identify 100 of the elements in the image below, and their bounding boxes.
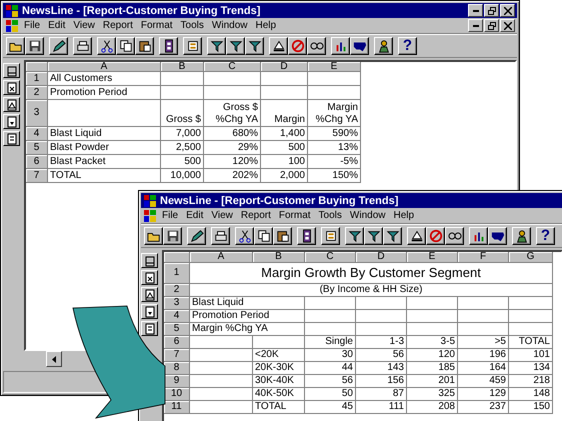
column-header[interactable]: C — [305, 252, 356, 263]
menu-item[interactable]: View — [208, 210, 236, 221]
toolbar-button[interactable] — [350, 36, 369, 54]
toolbar-button[interactable] — [159, 36, 178, 54]
toolbar-button[interactable] — [116, 36, 135, 54]
toolbar-button[interactable] — [426, 226, 445, 244]
menu-item[interactable]: Help — [390, 210, 418, 221]
toolbar-button[interactable] — [331, 36, 350, 54]
toolbar-button[interactable] — [245, 36, 264, 54]
toolbar-button[interactable] — [364, 226, 383, 244]
toolbar-button[interactable] — [163, 226, 182, 244]
side-toolbar-button[interactable] — [3, 131, 20, 146]
document-minimize-button[interactable] — [468, 19, 483, 32]
row-header[interactable]: 3 — [26, 100, 48, 127]
row-header[interactable]: 7 — [164, 349, 190, 362]
side-toolbar-button[interactable] — [141, 253, 158, 268]
toolbar-button[interactable] — [187, 226, 206, 244]
row-header[interactable]: 5 — [26, 141, 48, 155]
window-minimize-button[interactable] — [468, 4, 483, 17]
side-toolbar-button[interactable] — [3, 63, 20, 78]
side-toolbar-button[interactable] — [141, 270, 158, 285]
toolbar-button[interactable] — [445, 226, 464, 244]
row-header[interactable]: 2 — [26, 86, 48, 100]
column-header[interactable]: E — [407, 252, 458, 263]
toolbar-button[interactable] — [321, 226, 340, 244]
toolbar-button[interactable] — [49, 36, 68, 54]
menu-item[interactable]: Report — [238, 210, 274, 221]
row-header[interactable]: 4 — [26, 127, 48, 141]
app-logo-icon — [143, 208, 157, 222]
toolbar-button[interactable] — [345, 226, 364, 244]
side-toolbar-button[interactable] — [3, 97, 20, 112]
document-close-button[interactable] — [500, 19, 515, 32]
column-header[interactable]: G — [509, 252, 553, 263]
row-header[interactable]: 2 — [164, 284, 190, 297]
toolbar-button[interactable] — [211, 226, 230, 244]
menu-item[interactable]: Format — [138, 20, 176, 31]
toolbar-button[interactable] — [307, 36, 326, 54]
column-header[interactable]: F — [458, 252, 509, 263]
toolbar-button[interactable] — [207, 36, 226, 54]
scissors-icon — [238, 228, 252, 242]
toolbar-button[interactable] — [288, 36, 307, 54]
column-header[interactable]: D — [356, 252, 407, 263]
window-close-button[interactable] — [500, 4, 515, 17]
row-header[interactable]: 1 — [26, 72, 48, 86]
row-header[interactable]: 1 — [164, 263, 190, 284]
document-restore-button[interactable] — [484, 19, 499, 32]
help-button[interactable]: ? — [536, 226, 555, 244]
toolbar-button[interactable] — [97, 36, 116, 54]
toolbar-button[interactable] — [488, 226, 507, 244]
row-header[interactable]: 3 — [164, 297, 190, 310]
menu-item[interactable]: File — [159, 210, 182, 221]
toolbar-button[interactable] — [273, 226, 292, 244]
column-header[interactable]: A — [190, 252, 253, 263]
row-header[interactable]: 10 — [164, 388, 190, 401]
menu-item[interactable]: Tools — [316, 210, 345, 221]
toolbar-button[interactable] — [269, 36, 288, 54]
side-toolbar-button[interactable] — [141, 321, 158, 336]
menu-item[interactable]: File — [21, 20, 44, 31]
row-header[interactable]: 6 — [164, 336, 190, 349]
row-header[interactable]: 7 — [26, 169, 48, 183]
row-header[interactable]: 9 — [164, 375, 190, 388]
toolbar-button[interactable] — [469, 226, 488, 244]
menu-item[interactable]: Edit — [183, 210, 206, 221]
toolbar-button[interactable] — [374, 36, 393, 54]
toolbar-button[interactable] — [297, 226, 316, 244]
menu-item[interactable]: Window — [208, 20, 250, 31]
menu-item[interactable]: Help — [252, 20, 280, 31]
window-restore-button[interactable] — [484, 4, 499, 17]
row-header[interactable]: 8 — [164, 362, 190, 375]
toolbar-button[interactable] — [6, 36, 25, 54]
toolbar-button[interactable] — [254, 226, 273, 244]
toolbar-button[interactable] — [135, 36, 154, 54]
menu-item[interactable]: Report — [100, 20, 136, 31]
side-toolbar-button[interactable] — [141, 304, 158, 319]
row-header[interactable]: 5 — [164, 323, 190, 336]
toolbar-button[interactable] — [226, 36, 245, 54]
help-button[interactable]: ? — [398, 36, 417, 54]
column-header[interactable]: B — [253, 252, 305, 263]
scroll-left-button[interactable] — [46, 351, 62, 367]
menu-item[interactable]: Format — [276, 210, 314, 221]
side-toolbar-button[interactable] — [3, 114, 20, 129]
select-all-corner[interactable] — [26, 62, 48, 72]
menu-item[interactable]: Tools — [178, 20, 207, 31]
toolbar-button[interactable] — [73, 36, 92, 54]
toolbar-button[interactable] — [183, 36, 202, 54]
toolbar-button[interactable] — [144, 226, 163, 244]
menu-item[interactable]: View — [70, 20, 98, 31]
menu-item[interactable]: Window — [346, 210, 388, 221]
toolbar-button[interactable] — [383, 226, 402, 244]
row-header[interactable]: 4 — [164, 310, 190, 323]
toolbar-button[interactable] — [25, 36, 44, 54]
side-toolbar-button[interactable] — [141, 287, 158, 302]
select-all-corner[interactable] — [164, 252, 190, 263]
toolbar-button[interactable] — [235, 226, 254, 244]
toolbar-button[interactable] — [512, 226, 531, 244]
side-toolbar-button[interactable] — [3, 80, 20, 95]
toolbar-button[interactable] — [407, 226, 426, 244]
menu-item[interactable]: Edit — [45, 20, 68, 31]
row-header[interactable]: 11 — [164, 401, 190, 414]
row-header[interactable]: 6 — [26, 155, 48, 169]
